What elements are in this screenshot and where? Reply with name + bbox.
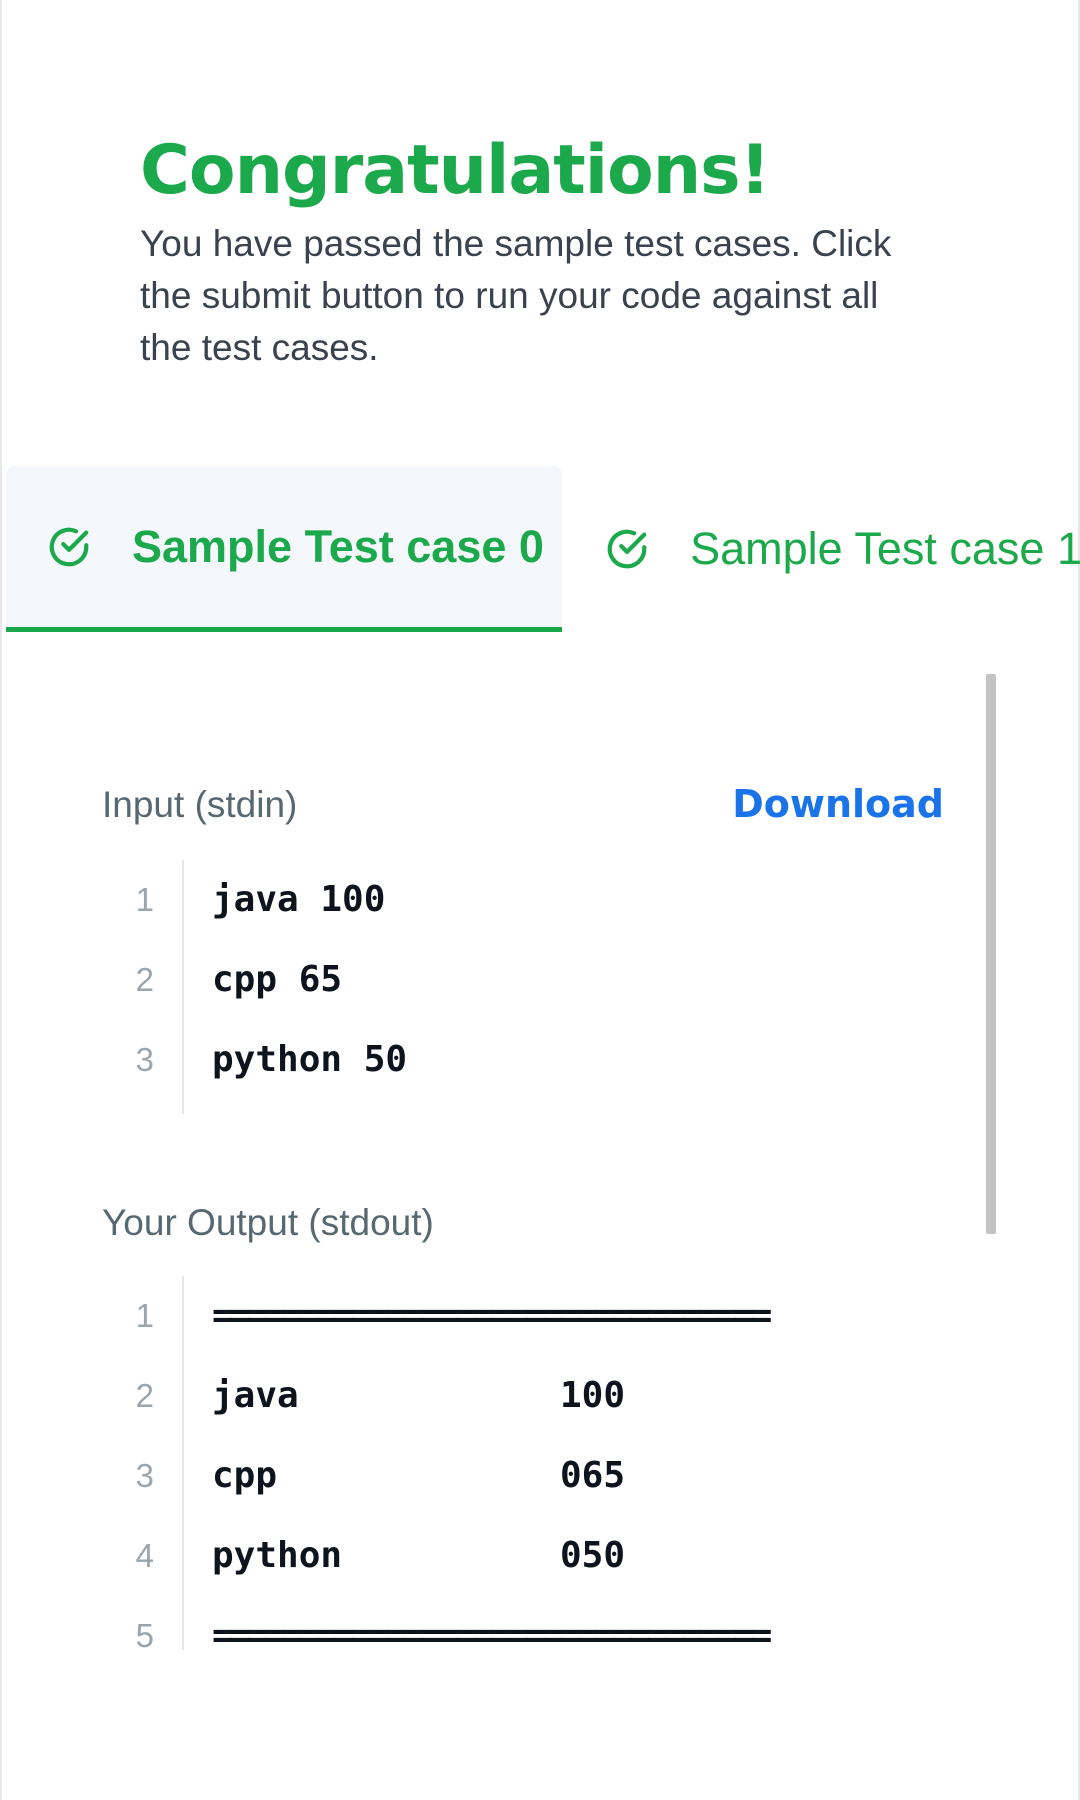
line-number: 3 — [135, 1457, 154, 1494]
line-number: 4 — [135, 1537, 154, 1574]
code-text: python 50 — [212, 1039, 408, 1080]
result-header: Congratulations! You have passed the sam… — [140, 128, 940, 374]
code-line: 2 cpp 65 — [102, 940, 962, 1020]
output-label: Your Output (stdout) — [102, 1202, 434, 1243]
tab-sample-test-case-1[interactable]: Sample Test case 1 — [562, 466, 1080, 632]
code-text: java — [212, 1375, 299, 1416]
tab-label: Sample Test case 1 — [690, 523, 1080, 574]
scrollbar[interactable] — [986, 674, 996, 1234]
code-line: 5 ================================ — [102, 1596, 962, 1676]
code-line: 4 python 050 — [102, 1516, 962, 1596]
line-number: 2 — [135, 961, 154, 998]
code-line: 1 ================================ — [102, 1276, 962, 1356]
result-panel: Congratulations! You have passed the sam… — [0, 0, 1080, 1800]
line-number: 5 — [135, 1617, 154, 1654]
tab-sample-test-case-0[interactable]: Sample Test case 0 — [6, 466, 563, 632]
code-line: 2 java 100 — [102, 1356, 962, 1436]
code-text: python — [212, 1535, 343, 1576]
line-number: 1 — [135, 1297, 154, 1334]
input-code-block: 1 java 100 2 cpp 65 3 python 50 — [102, 860, 962, 1114]
test-case-tabs: Sample Test case 0 Sample Test case 1 — [6, 466, 1080, 632]
code-text: cpp 65 — [212, 959, 343, 1000]
code-text: cpp — [212, 1455, 278, 1496]
line-number: 3 — [135, 1041, 154, 1078]
code-value: 065 — [560, 1455, 626, 1496]
result-description: You have passed the sample test cases. C… — [140, 223, 892, 368]
tab-label: Sample Test case 0 — [132, 520, 544, 572]
code-text: ================================ — [212, 1615, 772, 1656]
check-circle-icon — [607, 529, 647, 569]
code-value: 100 — [560, 1375, 626, 1416]
code-line: 3 python 50 — [102, 1020, 962, 1100]
code-text: java 100 — [212, 879, 386, 920]
input-label: Input (stdin) — [102, 784, 298, 825]
download-link[interactable]: Download — [732, 782, 944, 826]
code-line: 1 java 100 — [102, 860, 962, 940]
line-number: 2 — [135, 1377, 154, 1414]
check-circle-icon — [49, 527, 89, 566]
page-title: Congratulations! — [140, 131, 771, 210]
code-text: ================================ — [212, 1295, 772, 1336]
code-value: 050 — [560, 1535, 626, 1576]
output-code-block: 1 ================================ 2 jav… — [102, 1276, 962, 1656]
line-number: 1 — [135, 881, 154, 918]
code-line: 3 cpp 065 — [102, 1436, 962, 1516]
